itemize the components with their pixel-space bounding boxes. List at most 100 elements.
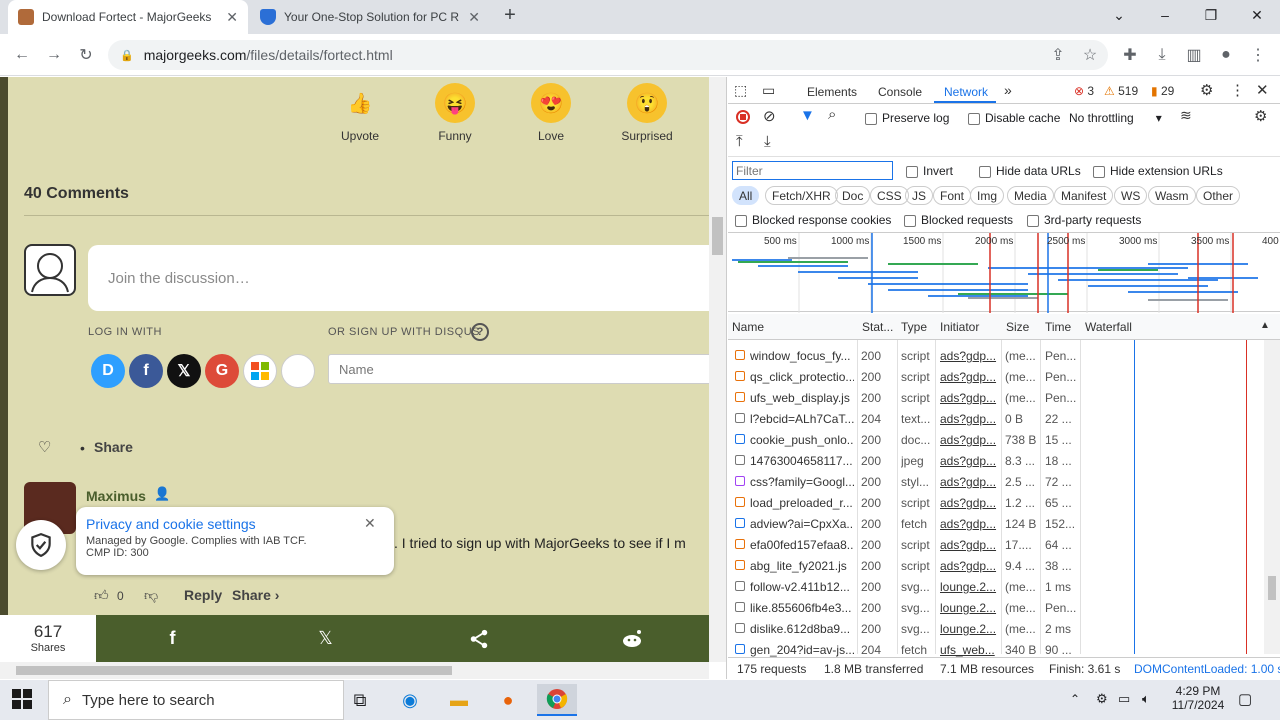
request-initiator[interactable]: ufs_web...: [940, 643, 1000, 657]
request-initiator[interactable]: ads?gdp...: [940, 370, 1000, 384]
filter-type-fetch[interactable]: Fetch/XHR: [765, 186, 838, 205]
table-row[interactable]: load_preloaded_r... 200 script ads?gdp... 1.…: [728, 492, 1264, 513]
table-row[interactable]: like.855606fb4e3... 200 svg... lounge.2... (…: [728, 597, 1264, 618]
filter-type-wasm[interactable]: Wasm: [1148, 186, 1196, 205]
request-initiator[interactable]: ads?gdp...: [940, 538, 1000, 552]
reddit-share-icon[interactable]: [555, 615, 708, 662]
facebook-share-icon[interactable]: f: [96, 615, 249, 662]
issues-badge[interactable]: ▮ 29: [1151, 84, 1174, 98]
column-size[interactable]: Size: [1006, 320, 1029, 334]
forward-icon[interactable]: →: [40, 41, 68, 69]
share-icon[interactable]: [402, 615, 555, 662]
request-initiator[interactable]: ads?gdp...: [940, 559, 1000, 573]
x-share-icon[interactable]: 𝕏: [249, 615, 402, 662]
privacy-shield-button[interactable]: [16, 520, 66, 570]
file-explorer-icon[interactable]: ▬: [439, 684, 479, 716]
column-waterfall[interactable]: Waterfall: [1085, 320, 1132, 334]
restore-icon[interactable]: ❐: [1188, 0, 1234, 30]
table-row[interactable]: window_focus_fy... 200 script ads?gdp... (me…: [728, 345, 1264, 366]
filter-type-other[interactable]: Other: [1196, 186, 1241, 205]
page-horizontal-scrollbar[interactable]: [0, 662, 709, 679]
request-initiator[interactable]: ads?gdp...: [940, 349, 1000, 363]
discussion-input[interactable]: Join the discussion…: [88, 245, 728, 311]
search-icon[interactable]: ⌕: [828, 106, 836, 123]
reaction-upvote[interactable]: 👍 Upvote: [320, 83, 400, 144]
reaction-surprised[interactable]: 😲 Surprised: [607, 83, 687, 143]
thumbs-down-icon[interactable]: 👎︎: [144, 587, 158, 604]
close-icon[interactable]: ✕: [364, 515, 376, 532]
tab-fortect[interactable]: Your One-Stop Solution for PC R ✕: [250, 0, 490, 34]
tab-console[interactable]: Console: [878, 79, 922, 105]
request-initiator[interactable]: ads?gdp...: [940, 412, 1000, 426]
filter-input[interactable]: [732, 161, 893, 180]
tray-app-icon[interactable]: ⚙: [1096, 691, 1108, 707]
column-status[interactable]: Stat...: [862, 320, 893, 334]
record-stop-icon[interactable]: [736, 110, 750, 124]
taskbar-clock[interactable]: 4:29 PM 11/7/2024: [1170, 684, 1226, 712]
close-tab-icon[interactable]: ✕: [468, 9, 480, 26]
table-row[interactable]: ufs_web_display.js 200 script ads?gdp... (me…: [728, 387, 1264, 408]
chrome-icon[interactable]: [537, 684, 577, 716]
blocked-cookies-checkbox[interactable]: Blocked response cookies: [735, 213, 891, 227]
tab-search-icon[interactable]: ⌄: [1096, 0, 1142, 30]
scrollbar-thumb[interactable]: [16, 666, 452, 675]
disqus-login-icon[interactable]: D: [91, 354, 125, 388]
column-type[interactable]: Type: [901, 320, 927, 334]
tab-majorgeeks[interactable]: Download Fortect - MajorGeeks ✕: [8, 0, 248, 34]
heart-icon[interactable]: ♡: [38, 438, 51, 456]
preserve-log-checkbox[interactable]: Preserve log: [865, 111, 949, 125]
download-icon[interactable]: ⤓: [1148, 41, 1176, 69]
taskbar-search[interactable]: ⌕ Type here to search: [48, 680, 344, 720]
help-icon[interactable]: ?: [471, 323, 489, 341]
filter-type-img[interactable]: Img: [970, 186, 1005, 205]
table-row[interactable]: cookie_push_onlo... 200 doc... ads?gdp... 73…: [728, 429, 1264, 450]
throttling-select[interactable]: No throttling ▾: [1069, 111, 1162, 125]
reload-icon[interactable]: ↻: [72, 41, 100, 69]
more-tabs-icon[interactable]: »: [1004, 82, 1012, 98]
filter-type-font[interactable]: Font: [933, 186, 972, 205]
filter-type-doc[interactable]: Doc: [835, 186, 871, 205]
clear-icon[interactable]: ⊘: [763, 107, 776, 125]
scrollbar-thumb[interactable]: [712, 217, 723, 255]
devtools-menu-icon[interactable]: ⋮: [1230, 81, 1245, 99]
volume-icon[interactable]: 🔈︎: [1142, 691, 1150, 707]
address-bar[interactable]: 🔒 majorgeeks.com/files/details/fortect.h…: [108, 40, 1108, 70]
name-field[interactable]: Name: [328, 354, 718, 384]
extensions-icon[interactable]: ✚: [1116, 41, 1144, 69]
request-initiator[interactable]: ads?gdp...: [940, 454, 1000, 468]
request-initiator[interactable]: lounge.2...: [940, 601, 1000, 615]
table-row[interactable]: 14763004658117... 200 jpeg ads?gdp... 8.3 ..…: [728, 450, 1264, 471]
table-row[interactable]: efa00fed157efaa8... 200 script ads?gdp... 17…: [728, 534, 1264, 555]
tab-elements[interactable]: Elements: [807, 79, 857, 105]
table-row[interactable]: dislike.612d8ba9... 200 svg... lounge.2... (…: [728, 618, 1264, 639]
follow-user-icon[interactable]: 👤: [154, 486, 170, 502]
network-conditions-icon[interactable]: ≋: [1180, 107, 1192, 124]
filter-type-ws[interactable]: WS: [1114, 186, 1148, 205]
new-tab-button[interactable]: +: [498, 4, 522, 28]
back-icon[interactable]: ←: [8, 41, 36, 69]
request-initiator[interactable]: ads?gdp...: [940, 517, 1000, 531]
google-login-icon[interactable]: G: [205, 354, 239, 388]
import-har-icon[interactable]: ⤒: [736, 133, 743, 150]
network-settings-icon[interactable]: ⚙: [1254, 107, 1267, 125]
table-row[interactable]: adview?ai=CpxXa... 200 fetch ads?gdp... 124 …: [728, 513, 1264, 534]
request-initiator[interactable]: ads?gdp...: [940, 391, 1000, 405]
invert-checkbox[interactable]: Invert: [906, 164, 953, 178]
bookmark-star-icon[interactable]: ☆: [1076, 41, 1104, 69]
request-initiator[interactable]: lounge.2...: [940, 580, 1000, 594]
disable-cache-checkbox[interactable]: Disable cache: [968, 111, 1060, 125]
table-row[interactable]: follow-v2.411b12... 200 svg... lounge.2... (…: [728, 576, 1264, 597]
close-window-icon[interactable]: ✕: [1234, 0, 1280, 30]
table-row[interactable]: qs_click_protectio... 200 script ads?gdp...…: [728, 366, 1264, 387]
share-page-icon[interactable]: ⇪: [1044, 41, 1072, 69]
tray-overflow-icon[interactable]: ⌃: [1070, 692, 1080, 706]
x-login-icon[interactable]: 𝕏: [167, 354, 201, 388]
reaction-love[interactable]: 😍 Love: [511, 83, 591, 143]
export-har-icon[interactable]: ⤓: [764, 133, 771, 150]
request-initiator[interactable]: ads?gdp...: [940, 475, 1000, 489]
page-vertical-scrollbar[interactable]: [709, 77, 726, 662]
filter-type-media[interactable]: Media: [1007, 186, 1054, 205]
device-toolbar-icon[interactable]: ▭: [762, 82, 775, 99]
column-initiator[interactable]: Initiator: [940, 320, 979, 334]
inspect-element-icon[interactable]: ⬚: [734, 82, 747, 99]
